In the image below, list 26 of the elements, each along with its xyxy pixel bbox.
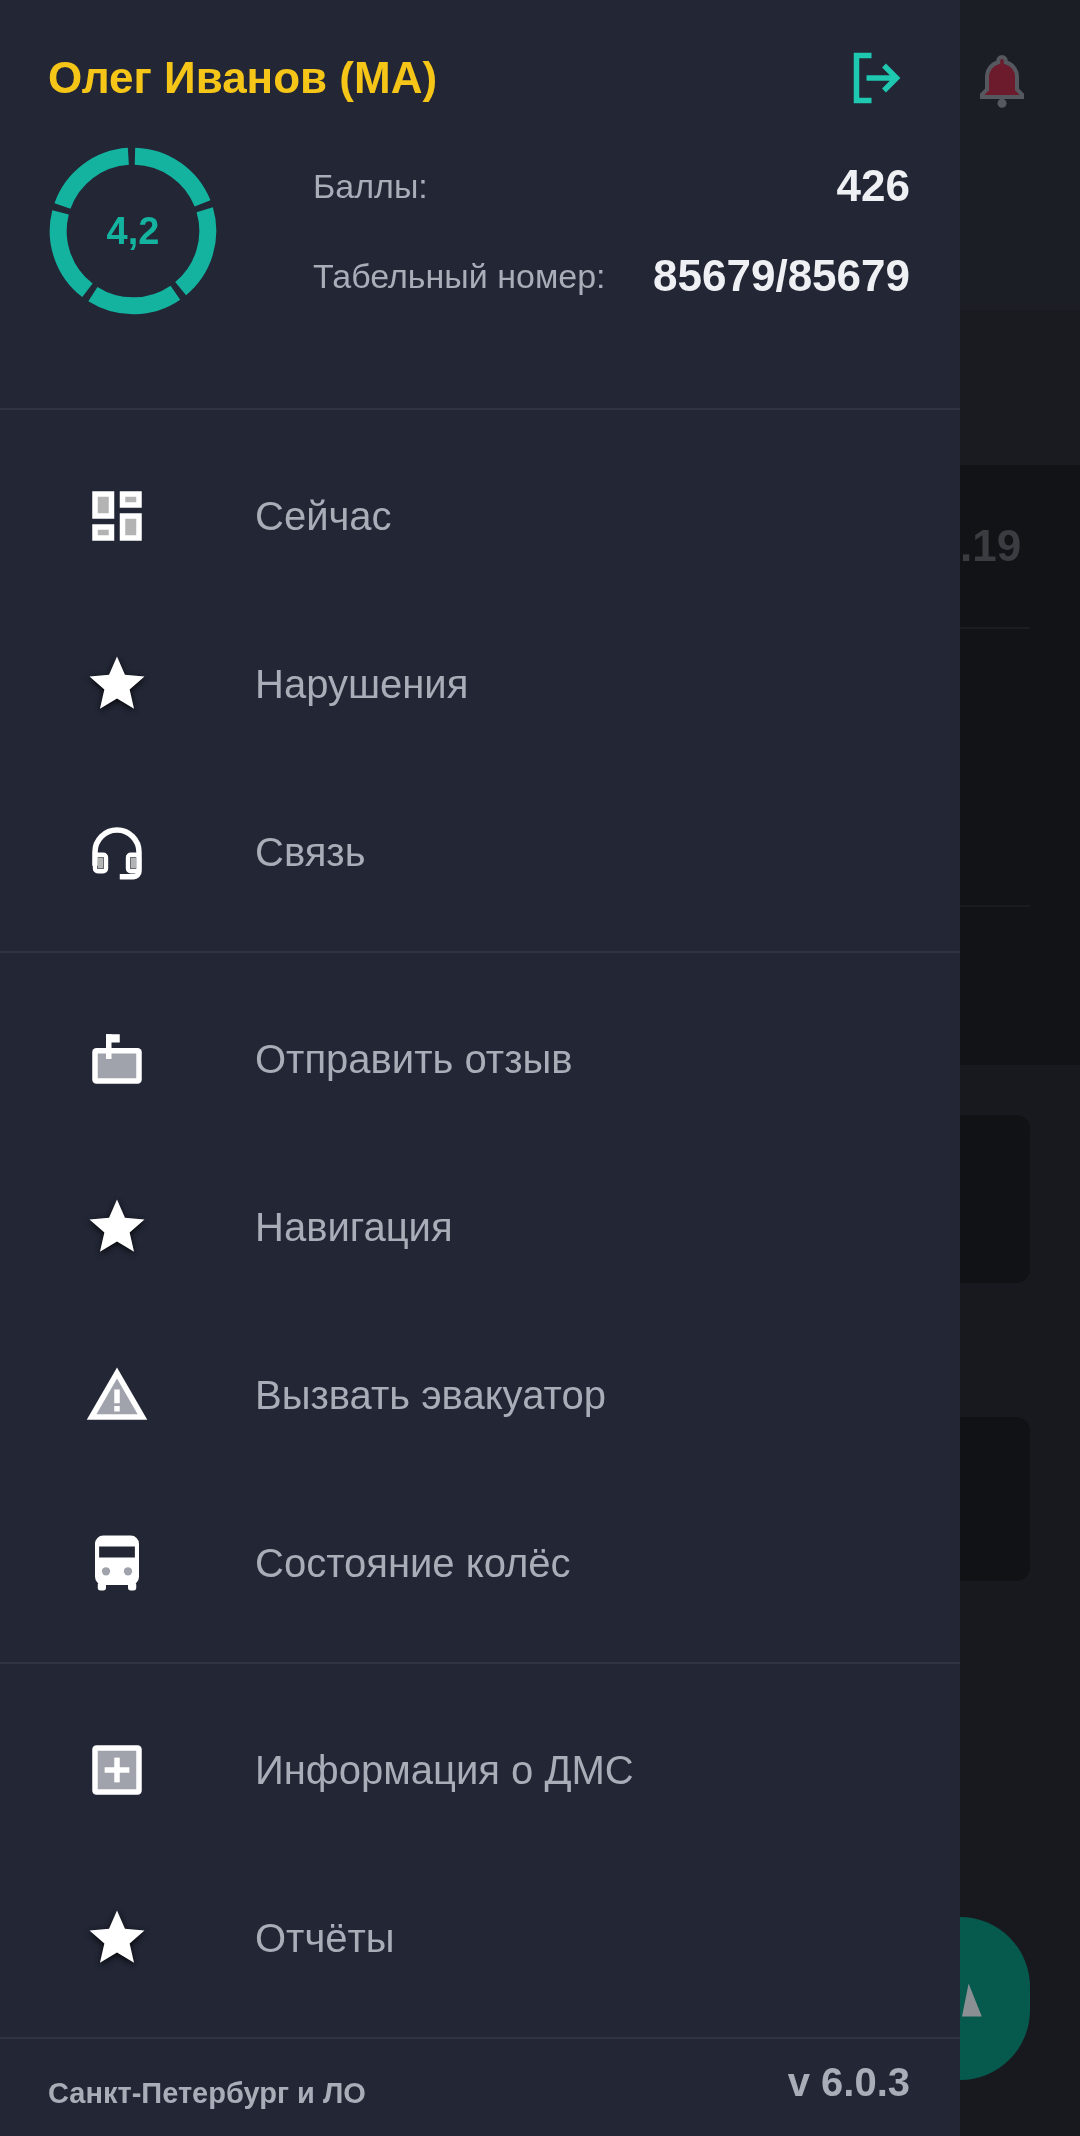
menu-item[interactable]: Информация о ДМС (0, 1686, 960, 1854)
menu-item[interactable]: Состояние колёс (0, 1479, 960, 1647)
menu-label: Отправить отзыв (255, 1036, 573, 1082)
menu-label: Связь (255, 829, 366, 875)
menu-item[interactable]: Связь (0, 768, 960, 936)
menu-item[interactable]: Отправить отзыв (0, 975, 960, 1143)
stat-value: 426 (836, 161, 910, 211)
menu-label: Состояние колёс (255, 1540, 571, 1586)
menu-item[interactable]: Вызвать эвакуатор (0, 1311, 960, 1479)
menu-item[interactable]: Нарушения (0, 600, 960, 768)
stat-label: Баллы: (313, 166, 428, 206)
menu-label: Навигация (255, 1204, 453, 1250)
menu-item[interactable]: Навигация (0, 1143, 960, 1311)
menu-item[interactable]: Сейчас (0, 432, 960, 600)
rating-value: 4,2 (106, 209, 160, 253)
user-name: Олег Иванов (МА) (48, 53, 438, 103)
stat-label: Табельный номер: (313, 256, 606, 296)
menu-label: Сейчас (255, 493, 392, 539)
region-text: Санкт-Петербург и ЛО (48, 2077, 366, 2110)
menu-label: Вызвать эвакуатор (255, 1372, 606, 1418)
menu-label: Информация о ДМС (255, 1747, 634, 1793)
menu-label: Нарушения (255, 661, 469, 707)
menu-label: Отчёты (255, 1915, 395, 1961)
menu-item[interactable]: Отчёты (0, 1854, 960, 2022)
stat-value: 85679/85679 (653, 251, 910, 301)
version-text: v 6.0.3 (787, 2060, 910, 2105)
